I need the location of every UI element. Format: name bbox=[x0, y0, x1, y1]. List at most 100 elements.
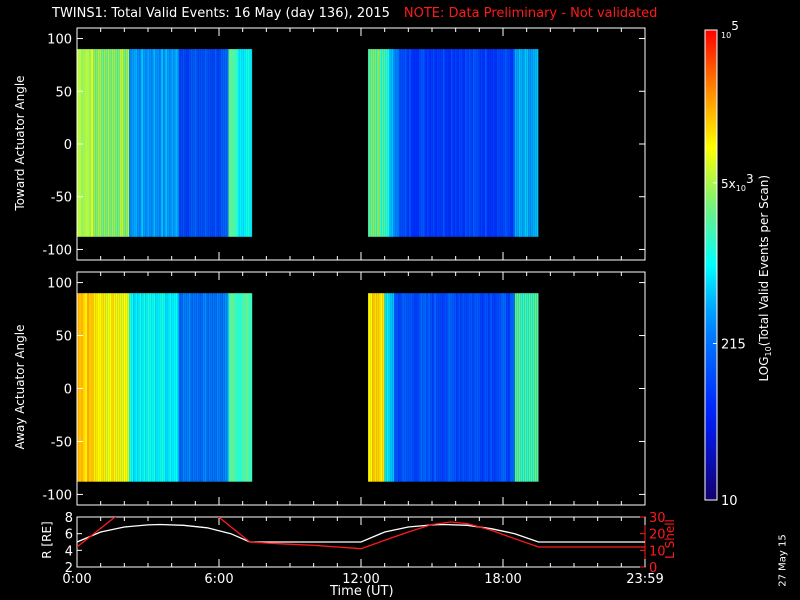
away-stripe bbox=[400, 293, 403, 482]
away-stripe bbox=[458, 293, 461, 482]
away-stripe bbox=[137, 293, 140, 482]
toward-stripe bbox=[175, 49, 178, 237]
toward-stripe bbox=[139, 49, 142, 237]
toward-stripe bbox=[476, 49, 479, 237]
toward-stripe bbox=[379, 49, 382, 237]
away-stripe bbox=[133, 293, 136, 482]
toward-stripe bbox=[192, 49, 195, 237]
away-stripe bbox=[508, 293, 511, 482]
away-stripe bbox=[460, 293, 463, 482]
away-stripe bbox=[374, 293, 377, 482]
away-stripe bbox=[177, 293, 179, 482]
away-stripe bbox=[161, 293, 164, 482]
away-stripe bbox=[526, 293, 529, 482]
away-stripe bbox=[99, 293, 102, 482]
away-stripe bbox=[240, 293, 243, 482]
toward-stripe bbox=[416, 49, 419, 237]
toward-stripe bbox=[121, 49, 124, 237]
toward-stripe bbox=[236, 49, 238, 237]
toward-stripe bbox=[484, 49, 487, 237]
away-stripe bbox=[222, 293, 225, 482]
toward-stripe bbox=[458, 49, 461, 237]
away-stripe bbox=[206, 293, 209, 482]
away-stripe bbox=[250, 293, 253, 482]
away-stripe bbox=[440, 293, 443, 482]
away-stripe bbox=[107, 293, 110, 482]
away-stripe bbox=[204, 293, 207, 482]
away-stripe bbox=[446, 293, 449, 482]
r-line bbox=[77, 523, 645, 543]
away-stripe bbox=[448, 293, 451, 482]
lshell-ylabel: L Shell bbox=[663, 519, 677, 559]
toward-stripe bbox=[91, 49, 93, 237]
away-stripe bbox=[402, 293, 405, 482]
away-stripe bbox=[93, 293, 94, 482]
toward-stripe bbox=[115, 49, 118, 237]
toward-stripe bbox=[127, 49, 130, 237]
away-stripe bbox=[165, 293, 168, 482]
toward-stripe bbox=[194, 49, 197, 237]
away-stripe bbox=[184, 293, 187, 482]
away-stripe bbox=[370, 293, 373, 482]
toward-stripe bbox=[237, 49, 240, 237]
away-stripe bbox=[218, 293, 221, 482]
toward-stripe bbox=[165, 49, 168, 237]
toward-stripe bbox=[410, 49, 413, 237]
colorbar-label-rest: (Total Valid Events per Scan) bbox=[756, 174, 771, 347]
away-stripe bbox=[248, 293, 251, 482]
toward-stripe bbox=[204, 49, 207, 237]
away-stripe bbox=[376, 293, 379, 482]
toward-stripe bbox=[385, 49, 388, 237]
away-stripe bbox=[113, 293, 116, 482]
away-stripe bbox=[468, 293, 471, 482]
toward-stripe bbox=[151, 49, 154, 237]
away-stripe bbox=[175, 293, 178, 482]
away-stripe bbox=[490, 293, 493, 482]
toward-stripe bbox=[202, 49, 205, 237]
away-stripe bbox=[103, 293, 106, 482]
away-stripe bbox=[412, 293, 415, 482]
toward-stripe bbox=[93, 49, 96, 237]
toward-stripe bbox=[163, 49, 166, 237]
away-stripe bbox=[246, 293, 249, 482]
away-stripe bbox=[244, 293, 247, 482]
away-stripe bbox=[520, 293, 523, 482]
xtick-label: 18:00 bbox=[484, 572, 521, 587]
away-stripe bbox=[472, 293, 475, 482]
away-stripe bbox=[420, 293, 423, 482]
away-stripe bbox=[208, 293, 211, 482]
away-stripe bbox=[95, 293, 98, 482]
toward-stripe bbox=[498, 49, 501, 237]
away-stripe bbox=[228, 293, 231, 482]
toward-stripe bbox=[436, 49, 439, 237]
colorbar-tick-label: 215 bbox=[721, 337, 746, 352]
away-stripe bbox=[488, 293, 491, 482]
away-stripe bbox=[167, 293, 170, 482]
toward-stripe bbox=[190, 49, 193, 237]
away-stripe bbox=[462, 293, 465, 482]
tick-base: 10 bbox=[721, 31, 731, 40]
away-stripe bbox=[516, 293, 519, 482]
toward-stripe bbox=[178, 49, 181, 237]
away-stripe bbox=[125, 293, 128, 482]
toward-stripe bbox=[159, 49, 162, 237]
toward-stripe bbox=[488, 49, 491, 237]
away-stripe bbox=[182, 293, 185, 482]
away-stripe bbox=[396, 293, 399, 482]
toward-stripe bbox=[376, 49, 379, 237]
toward-stripe bbox=[129, 49, 132, 237]
toward-stripe bbox=[512, 49, 515, 237]
toward-stripe bbox=[161, 49, 164, 237]
away-stripe bbox=[139, 293, 142, 482]
away-stripe bbox=[478, 293, 481, 482]
toward-stripe bbox=[119, 49, 122, 237]
toward-stripe bbox=[111, 49, 114, 237]
toward-stripe bbox=[89, 49, 91, 237]
toward-stripe bbox=[214, 49, 217, 237]
toward-stripe bbox=[389, 49, 392, 237]
tick-exponent: 5 bbox=[731, 19, 739, 33]
away-stripe bbox=[151, 293, 154, 482]
away-stripe bbox=[214, 293, 217, 482]
away-stripe bbox=[414, 293, 417, 482]
away-stripe bbox=[224, 293, 227, 482]
